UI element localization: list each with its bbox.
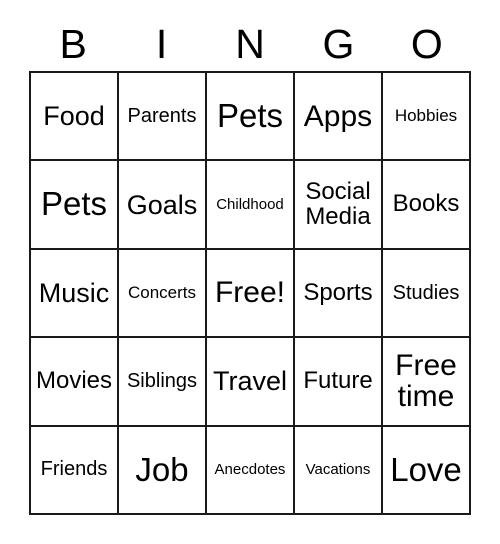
bingo-cell-r3c2[interactable]: Concerts [119,249,207,339]
bingo-cell-label: Books [392,190,460,218]
bingo-cell-r3c3[interactable]: Free! [207,249,295,339]
bingo-cell-r4c1[interactable]: Movies [31,338,119,427]
bingo-cell-r5c4[interactable]: Vacations [295,426,383,515]
bingo-cell-label: Friends [40,458,108,481]
bingo-cell-label: Vacations [305,461,371,478]
bingo-cell-r1c4[interactable]: Apps [295,73,383,162]
bingo-cell-r5c3[interactable]: Anecdotes [207,426,295,515]
bingo-cell-r5c5[interactable]: Love [383,426,471,515]
bingo-cell-label: Movies [35,366,113,394]
bingo-cell-label: Sports [303,278,373,306]
header-letter-i: I [155,21,168,67]
bingo-cell-label: Childhood [216,195,284,213]
bingo-grid: Food Parents Pets Apps Hobbies Pets Goals Child… [29,71,471,515]
bingo-cell-r2c5[interactable]: Books [383,161,471,250]
header-letter-o: O [410,21,443,67]
bingo-cell-r2c2[interactable]: Goals [119,161,207,250]
bingo-cell-r1c5[interactable]: Hobbies [383,73,471,162]
bingo-cell-r1c3[interactable]: Pets [207,73,295,162]
header-letter-g: G [322,21,355,67]
bingo-cell-r4c3[interactable]: Travel [207,338,295,427]
bingo-cell-label: Concerts [127,283,197,303]
bingo-cell-r2c3[interactable]: Childhood [207,161,295,250]
bingo-cell-r5c2[interactable]: Job [119,426,207,515]
bingo-cell-r4c4[interactable]: Future [295,338,383,427]
bingo-cell-r2c1[interactable]: Pets [31,161,119,250]
bingo-cell-r4c5[interactable]: Free time [383,338,471,427]
header-letter-n: N [235,21,265,67]
bingo-cell-label: Pets [40,185,108,223]
bingo-cell-label: Social Media [305,177,371,230]
bingo-cell-label: Music [38,277,110,308]
bingo-cell-label: Studies [392,281,460,304]
bingo-cell-label: Free time [395,349,457,414]
bingo-cell-label: Love [390,450,462,488]
bingo-cell-r3c5[interactable]: Studies [383,249,471,339]
bingo-cell-label: Travel [212,366,287,397]
bingo-cell-r3c4[interactable]: Sports [295,249,383,339]
bingo-header-row: B I N G O [29,18,471,71]
bingo-cell-label: Parents [127,104,197,127]
bingo-cell-label: Hobbies [394,106,458,126]
header-letter-b: B [59,21,87,67]
bingo-cell-label: Food [43,101,105,132]
bingo-cell-r1c2[interactable]: Parents [119,73,207,162]
bingo-cell-label: Pets [216,97,284,135]
bingo-cell-r1c1[interactable]: Food [31,73,119,162]
bingo-cell-label: Anecdotes [214,461,286,478]
bingo-cell-r2c4[interactable]: Social Media [295,161,383,250]
bingo-cell-label: Free! [214,276,286,310]
bingo-cell-r3c1[interactable]: Music [31,249,119,339]
bingo-cell-label: Goals [126,189,198,220]
bingo-cell-label: Future [303,366,373,394]
bingo-cell-r4c2[interactable]: Siblings [119,338,207,427]
bingo-cell-r5c1[interactable]: Friends [31,426,119,515]
bingo-card: B I N G O Food Parents Pets Apps Hobbies Pets… [0,0,500,544]
bingo-cell-label: Job [135,450,189,488]
bingo-cell-label: Apps [303,99,373,133]
bingo-cell-label: Siblings [126,369,198,392]
